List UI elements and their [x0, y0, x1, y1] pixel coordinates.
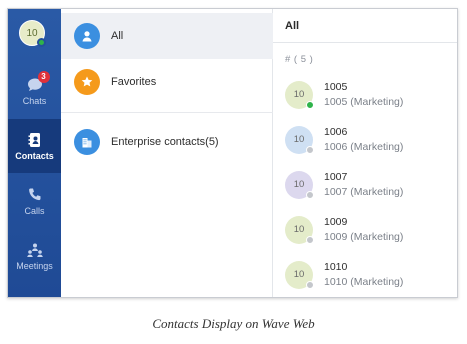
- online-status-dot: [306, 100, 314, 109]
- contact-avatar: 10: [285, 125, 314, 154]
- figure-caption: Contacts Display on Wave Web: [152, 316, 315, 331]
- category-favorites-label: Favorites: [111, 76, 157, 88]
- chats-unread-badge: 3: [37, 70, 50, 83]
- contact-avatar: 10: [285, 260, 314, 289]
- nav-chats-label: Chats: [22, 95, 47, 106]
- contact-department: 1006 (Marketing): [324, 141, 404, 153]
- nav-contacts[interactable]: Contacts: [8, 119, 61, 173]
- nav-meetings[interactable]: Meetings: [8, 229, 61, 283]
- contact-department: 1009 (Marketing): [324, 231, 404, 243]
- contact-avatar: 10: [285, 170, 314, 199]
- category-enterprise-contacts[interactable]: Enterprise contacts(5): [61, 119, 273, 165]
- category-enterprise-label: Enterprise contacts(5): [111, 136, 219, 148]
- contact-avatar: 10: [285, 80, 314, 109]
- contact-row[interactable]: 10 1010 1010 (Marketing): [273, 252, 457, 297]
- category-all-label: All: [111, 30, 124, 42]
- phone-icon: [26, 187, 44, 203]
- contact-row[interactable]: 10 1009 1009 (Marketing): [273, 207, 457, 252]
- contact-avatar-text: 10: [293, 179, 305, 190]
- category-favorites[interactable]: Favorites: [61, 59, 273, 105]
- contact-avatar-text: 10: [293, 134, 305, 145]
- offline-status-dot: [306, 145, 314, 154]
- contact-list-panel: All # ( 5 ) 10 1005 1005 (Marketing) 10 …: [273, 9, 457, 297]
- user-avatar-text: 10: [26, 27, 38, 39]
- contact-avatar-text: 10: [293, 89, 305, 100]
- contact-avatar-text: 10: [293, 269, 305, 280]
- contact-avatar-text: 10: [293, 224, 305, 235]
- nav-rail: 10 3 Chats Contacts Calls Meetings: [8, 9, 61, 297]
- contact-department: 1005 (Marketing): [324, 96, 404, 108]
- nav-contacts-label: Contacts: [15, 150, 54, 161]
- user-avatar[interactable]: 10: [19, 20, 46, 47]
- contact-categories-panel: All Favorites Enterprise contacts(5): [61, 9, 273, 297]
- contact-department: 1007 (Marketing): [324, 186, 404, 198]
- contact-row[interactable]: 10 1006 1006 (Marketing): [273, 117, 457, 162]
- offline-status-dot: [306, 190, 314, 199]
- meeting-people-icon: [26, 242, 44, 258]
- category-divider: [61, 112, 273, 113]
- category-all[interactable]: All: [61, 13, 273, 59]
- contact-name: 1007: [324, 171, 348, 183]
- nav-calls[interactable]: Calls: [8, 174, 61, 228]
- contacts-book-icon: [26, 132, 44, 148]
- group-header: # ( 5 ): [285, 54, 314, 65]
- offline-status-dot: [306, 280, 314, 289]
- contact-name: 1009: [324, 216, 348, 228]
- offline-status-dot: [306, 235, 314, 244]
- contact-name: 1010: [324, 261, 348, 273]
- app-window: 10 3 Chats Contacts Calls Meetings All F…: [7, 8, 458, 298]
- star-icon: [74, 69, 100, 95]
- contact-name: 1005: [324, 81, 348, 93]
- contact-department: 1010 (Marketing): [324, 276, 404, 288]
- nav-chats[interactable]: 3 Chats: [8, 64, 61, 118]
- user-status-dot: [37, 38, 46, 47]
- nav-calls-label: Calls: [24, 205, 45, 216]
- contact-row[interactable]: 10 1007 1007 (Marketing): [273, 162, 457, 207]
- person-icon: [74, 23, 100, 49]
- contact-row[interactable]: 10 1005 1005 (Marketing): [273, 72, 457, 117]
- list-title: All: [273, 9, 457, 43]
- contact-name: 1006: [324, 126, 348, 138]
- chat-bubble-icon: 3: [26, 70, 50, 93]
- nav-meetings-label: Meetings: [16, 260, 53, 271]
- contact-avatar: 10: [285, 215, 314, 244]
- building-icon: [74, 129, 100, 155]
